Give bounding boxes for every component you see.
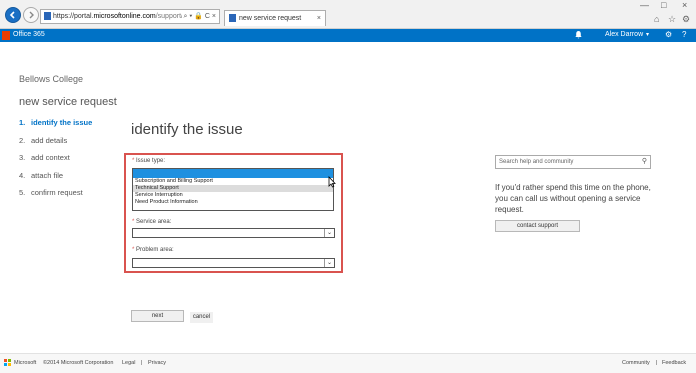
address-domain: microsoftonline.com bbox=[93, 13, 156, 20]
microsoft-logo-icon bbox=[4, 359, 11, 366]
search-icon[interactable]: ⚲ bbox=[642, 156, 647, 168]
window-close-icon[interactable]: × bbox=[682, 0, 687, 10]
office365-logo-icon bbox=[2, 31, 10, 40]
footer-community-link[interactable]: Community bbox=[622, 360, 650, 366]
forward-arrow-icon bbox=[29, 11, 34, 19]
chevron-down-icon: ⌄ bbox=[324, 259, 334, 267]
help-search-input[interactable]: Search help and community ⚲ bbox=[495, 155, 651, 169]
help-search-placeholder: Search help and community bbox=[499, 159, 574, 165]
step-confirm-request: 5. confirm request bbox=[19, 188, 83, 197]
issue-type-label: * Issue type: bbox=[132, 158, 166, 164]
step-identify-issue: 1. identify the issue bbox=[19, 118, 93, 127]
issue-type-listbox[interactable]: Subscription and Billing Support Technic… bbox=[132, 168, 334, 211]
issue-option[interactable]: Service Interruption bbox=[133, 192, 333, 199]
problem-area-select[interactable]: ⌄ bbox=[132, 258, 335, 268]
help-icon[interactable]: ? bbox=[682, 30, 686, 39]
tab-site-icon bbox=[229, 14, 236, 22]
step-attach-file: 4. attach file bbox=[19, 170, 64, 180]
issue-option[interactable]: Subscription and Billing Support bbox=[133, 178, 333, 185]
section-heading: identify the issue bbox=[131, 121, 243, 138]
user-menu-chevron-icon[interactable]: ▾ bbox=[646, 31, 649, 38]
organization-name: Bellows College bbox=[19, 74, 84, 84]
step-add-details: 2. add details bbox=[19, 135, 68, 145]
office365-bar: Office 365 Alex Darrow ▾ ⚙ ? bbox=[0, 29, 696, 42]
tools-gear-icon[interactable]: ⚙ bbox=[682, 14, 690, 25]
footer-brand: Microsoft bbox=[14, 360, 37, 366]
tab-close-icon[interactable]: × bbox=[317, 11, 321, 26]
service-area-select[interactable]: ⌄ bbox=[132, 228, 335, 238]
wizard-steps: 1. identify the issue 2. add details 3. add… bbox=[19, 118, 92, 206]
issue-option[interactable]: Need Product Information bbox=[133, 199, 333, 206]
back-arrow-icon bbox=[9, 11, 15, 19]
user-name[interactable]: Alex Darrow bbox=[605, 31, 643, 38]
favorites-icon[interactable]: ☆ bbox=[668, 14, 676, 25]
address-scheme: https://portal. bbox=[53, 13, 94, 20]
issue-option[interactable]: Technical Support bbox=[133, 185, 333, 192]
help-phone-text: If you'd rather spend this time on the p… bbox=[495, 183, 651, 214]
office365-title[interactable]: Office 365 bbox=[13, 31, 45, 38]
footer-separator: | bbox=[141, 360, 143, 366]
cancel-link[interactable]: cancel bbox=[190, 312, 213, 323]
tab-title: new service request bbox=[239, 15, 302, 22]
footer: Microsoft ©2014 Microsoft Corporation Le… bbox=[0, 353, 696, 373]
contact-support-button[interactable]: contact support bbox=[495, 220, 580, 232]
browser-chrome: https://portal.microsoftonline.com/suppo… bbox=[0, 0, 696, 29]
back-button[interactable] bbox=[5, 7, 21, 23]
address-bar-icons[interactable]: ⌕ ▾ 🔒 C × bbox=[181, 10, 216, 23]
footer-privacy-link[interactable]: Privacy bbox=[148, 360, 166, 366]
address-bar[interactable]: https://portal.microsoftonline.com/suppo… bbox=[40, 9, 220, 24]
minimize-icon[interactable]: — bbox=[640, 0, 649, 10]
footer-legal-link[interactable]: Legal bbox=[122, 360, 135, 366]
browser-tab[interactable]: new service request × bbox=[224, 10, 326, 26]
forward-button[interactable] bbox=[23, 7, 39, 23]
maximize-icon[interactable]: □ bbox=[661, 0, 666, 10]
notification-bell-icon[interactable] bbox=[575, 30, 582, 41]
settings-gear-icon[interactable]: ⚙ bbox=[665, 30, 672, 39]
issue-type-selected-row[interactable] bbox=[133, 169, 333, 178]
service-area-label: * Service area: bbox=[132, 219, 172, 225]
footer-feedback-link[interactable]: Feedback bbox=[662, 360, 686, 366]
chevron-down-icon: ⌄ bbox=[324, 229, 334, 237]
home-icon[interactable]: ⌂ bbox=[654, 14, 659, 24]
footer-separator: | bbox=[656, 360, 658, 366]
problem-area-label: * Problem area: bbox=[132, 247, 174, 253]
footer-copyright: ©2014 Microsoft Corporation bbox=[43, 360, 114, 366]
next-button[interactable]: next bbox=[131, 310, 184, 322]
site-icon bbox=[44, 12, 51, 20]
step-add-context: 3. add context bbox=[19, 153, 70, 162]
page-title: new service request bbox=[19, 96, 117, 108]
mouse-cursor-icon bbox=[328, 176, 336, 188]
